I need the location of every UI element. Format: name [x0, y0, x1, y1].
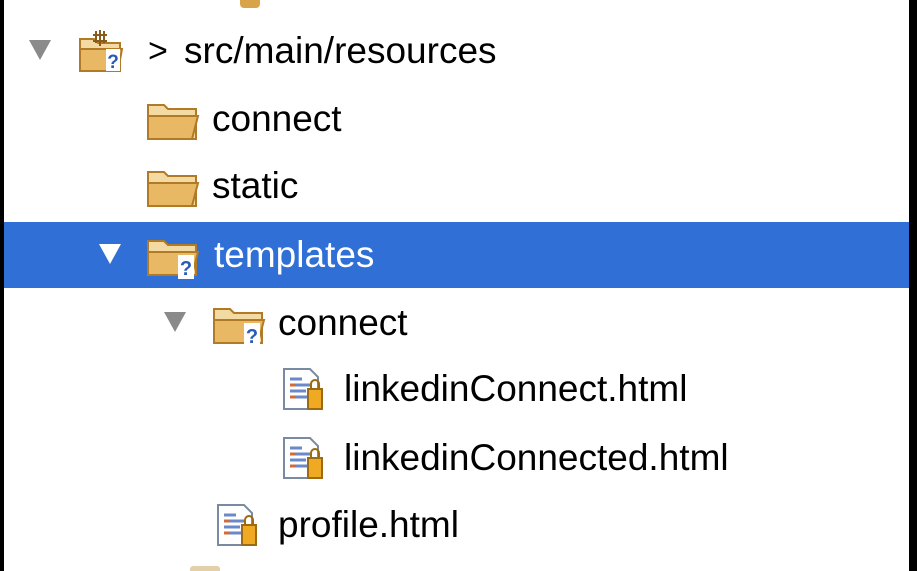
path-prefix: >: [148, 32, 168, 70]
svg-text:?: ?: [180, 258, 192, 279]
tree-row-label: connect: [212, 98, 342, 139]
tree-row-linkedinconnected-html[interactable]: linkedinConnected.html: [4, 425, 909, 491]
tree-row-static[interactable]: static: [4, 153, 909, 219]
package-folder-icon: ?: [79, 30, 124, 73]
tree-row-label: profile.html: [278, 504, 459, 545]
tree-row-linkedinconnect-html[interactable]: linkedinConnect.html: [4, 356, 909, 422]
html-file-icon: [283, 368, 323, 410]
folder-question-icon: ?: [147, 240, 200, 279]
svg-text:?: ?: [246, 326, 258, 347]
html-file-icon: [283, 437, 323, 479]
expand-toggle-icon[interactable]: [164, 312, 186, 332]
tree-row-profile-html[interactable]: profile.html: [4, 492, 909, 558]
tree-row-label: static: [212, 165, 299, 206]
tree-row-connect[interactable]: connect: [4, 86, 909, 152]
tree-row-label: linkedinConnected.html: [344, 437, 729, 478]
html-file-icon: [217, 504, 257, 546]
expand-toggle-icon[interactable]: [29, 40, 51, 60]
tree-row-label: templates: [214, 234, 375, 275]
tree-row-label: linkedinConnect.html: [344, 368, 688, 409]
tree-row-src-main-resources[interactable]: ? > src/main/resources: [4, 18, 909, 84]
folder-icon: [147, 104, 200, 140]
project-explorer-tree: ? > src/main/resources connect static ? …: [4, 0, 909, 571]
tree-row-connect-nested[interactable]: ? connect: [4, 290, 909, 356]
svg-text:?: ?: [107, 52, 119, 73]
tree-row-label: connect: [278, 302, 408, 343]
tree-row-templates[interactable]: ? templates: [4, 222, 909, 288]
tree-row-label: src/main/resources: [184, 30, 497, 71]
expand-toggle-icon[interactable]: [99, 244, 121, 264]
folder-question-icon: ?: [213, 308, 266, 347]
right-border: [909, 0, 917, 571]
folder-icon: [147, 171, 200, 207]
